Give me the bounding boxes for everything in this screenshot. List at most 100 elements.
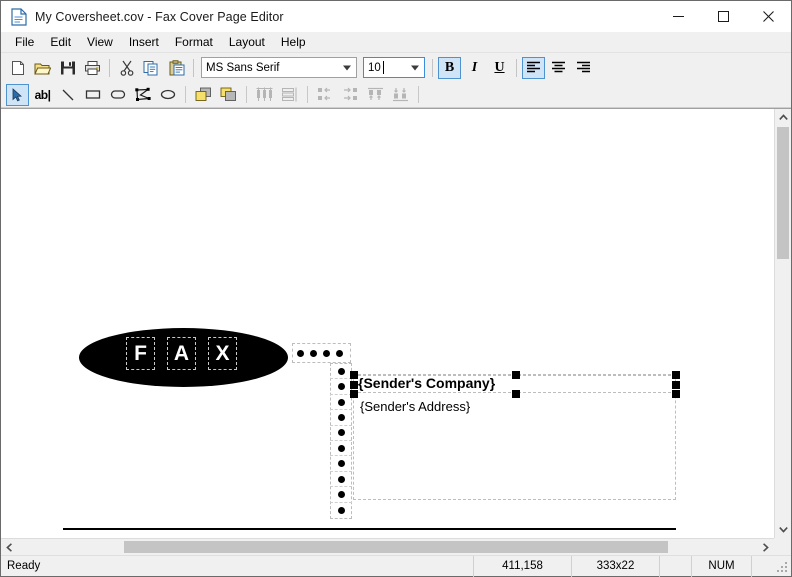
rounded-rectangle-tool-icon xyxy=(110,88,126,101)
scroll-left-button[interactable] xyxy=(1,539,18,555)
selection-handle-bottom-left[interactable] xyxy=(350,390,358,398)
dot-decoration-cell xyxy=(330,503,352,518)
vertical-scrollbar[interactable] xyxy=(774,109,791,538)
resize-grip[interactable] xyxy=(777,562,788,573)
ellipse-tool-button[interactable] xyxy=(156,84,179,106)
toolbar-separator xyxy=(246,86,247,103)
new-icon xyxy=(10,60,26,76)
sender-address-text[interactable]: {Sender's Address} xyxy=(360,399,470,414)
window-title: My Coversheet.cov - Fax Cover Page Edito… xyxy=(35,9,284,24)
fax-logo-letters: F A X xyxy=(126,337,237,370)
italic-button[interactable]: I xyxy=(463,57,486,79)
dot-decoration-row[interactable] xyxy=(292,343,351,363)
font-size-combo[interactable]: 10 xyxy=(363,57,425,78)
open-button[interactable] xyxy=(31,57,54,79)
align-center-button[interactable] xyxy=(547,57,570,79)
space-down-button[interactable] xyxy=(278,84,301,106)
align-right-objects-icon xyxy=(342,87,359,102)
space-across-button[interactable] xyxy=(253,84,276,106)
toolbar-separator xyxy=(418,86,419,103)
cut-icon xyxy=(120,60,134,76)
align-right-objects-button[interactable] xyxy=(339,84,362,106)
menu-view[interactable]: View xyxy=(79,33,121,52)
align-bottom-objects-button[interactable] xyxy=(389,84,412,106)
dot-decoration-column[interactable] xyxy=(330,363,352,519)
chevron-down-icon[interactable] xyxy=(339,58,356,77)
dot-decoration-cell xyxy=(330,472,352,488)
fax-letter-x[interactable]: X xyxy=(208,337,237,370)
window-controls xyxy=(656,1,791,32)
close-button[interactable] xyxy=(746,1,791,32)
new-button[interactable] xyxy=(6,57,29,79)
selection-handle-middle-right[interactable] xyxy=(672,381,680,389)
toolbar-separator xyxy=(109,58,110,77)
vertical-scroll-thumb[interactable] xyxy=(777,127,789,259)
rounded-rectangle-tool-button[interactable] xyxy=(106,84,129,106)
selection-handle-top-left[interactable] xyxy=(350,371,358,379)
print-button[interactable] xyxy=(81,57,104,79)
minimize-button[interactable] xyxy=(656,1,701,32)
menu-help[interactable]: Help xyxy=(273,33,314,52)
draw-toolbar: ab| xyxy=(1,82,791,108)
horizontal-scroll-thumb[interactable] xyxy=(124,541,668,553)
copy-button[interactable] xyxy=(140,57,163,79)
title-bar: My Coversheet.cov - Fax Cover Page Edito… xyxy=(1,1,791,32)
polygon-tool-button[interactable] xyxy=(131,84,154,106)
underline-button[interactable]: U xyxy=(488,57,511,79)
menu-file[interactable]: File xyxy=(7,33,42,52)
selection-handle-bottom-right[interactable] xyxy=(672,390,680,398)
bring-to-front-button[interactable] xyxy=(192,84,215,106)
selection-handle-middle-left[interactable] xyxy=(350,381,358,389)
select-pointer-icon xyxy=(11,87,24,102)
align-right-icon xyxy=(576,61,591,74)
selection-handle-top-right[interactable] xyxy=(672,371,680,379)
sender-company-text[interactable]: {Sender's Company} xyxy=(358,375,495,391)
align-left-objects-button[interactable] xyxy=(314,84,337,106)
align-left-icon xyxy=(526,61,541,74)
rectangle-tool-button[interactable] xyxy=(81,84,104,106)
toolbar-separator xyxy=(432,58,433,77)
menu-edit[interactable]: Edit xyxy=(42,33,79,52)
line-tool-button[interactable] xyxy=(56,84,79,106)
align-top-objects-button[interactable] xyxy=(364,84,387,106)
menu-layout[interactable]: Layout xyxy=(221,33,273,52)
font-family-combo[interactable]: MS Sans Serif xyxy=(201,57,357,78)
scroll-up-button[interactable] xyxy=(775,109,791,126)
menu-format[interactable]: Format xyxy=(167,33,221,52)
paste-button[interactable] xyxy=(165,57,188,79)
selection-handle-top-center[interactable] xyxy=(512,371,520,379)
save-button[interactable] xyxy=(56,57,79,79)
align-bottom-objects-icon xyxy=(392,87,409,102)
select-pointer-button[interactable] xyxy=(6,83,29,106)
print-icon xyxy=(84,60,102,76)
horizontal-scrollbar[interactable] xyxy=(1,538,774,555)
editor-canvas-area[interactable]: F A X {Sender's Company} {Sender's Addre… xyxy=(1,108,791,555)
fax-letter-a[interactable]: A xyxy=(167,337,196,370)
scrollbar-corner xyxy=(774,538,791,555)
menu-insert[interactable]: Insert xyxy=(121,33,167,52)
toolbar-separator xyxy=(307,86,308,103)
align-left-objects-icon xyxy=(317,87,334,102)
status-num-lock: NUM xyxy=(691,555,751,577)
fax-letter-f[interactable]: F xyxy=(126,337,155,370)
cover-page[interactable]: F A X {Sender's Company} {Sender's Addre… xyxy=(1,109,774,538)
status-object-size: 333x22 xyxy=(571,555,659,577)
dot-decoration-cell xyxy=(330,410,352,426)
italic-icon: I xyxy=(471,59,478,75)
send-to-back-button[interactable] xyxy=(217,84,240,106)
maximize-button[interactable] xyxy=(701,1,746,32)
chevron-down-icon[interactable] xyxy=(407,58,424,77)
cut-button[interactable] xyxy=(115,57,138,79)
status-caps-indicator xyxy=(659,555,691,577)
scroll-down-button[interactable] xyxy=(775,521,791,538)
dot-decoration xyxy=(297,349,304,357)
align-right-button[interactable] xyxy=(572,57,595,79)
scroll-right-button[interactable] xyxy=(757,539,774,555)
dot-decoration-cell xyxy=(330,441,352,457)
font-family-value: MS Sans Serif xyxy=(206,61,280,74)
align-left-button[interactable] xyxy=(522,56,545,79)
bring-to-front-icon xyxy=(195,87,212,102)
selection-handle-bottom-center[interactable] xyxy=(512,390,520,398)
text-tool-button[interactable]: ab| xyxy=(31,84,54,106)
bold-button[interactable]: B xyxy=(438,56,461,79)
